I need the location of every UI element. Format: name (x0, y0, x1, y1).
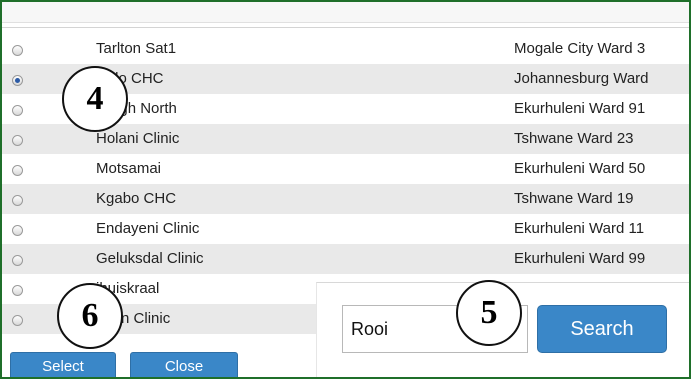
dialog-header-strip (2, 2, 689, 23)
row-radio[interactable] (12, 45, 23, 56)
facility-ward: Ekurhuleni Ward 50 (514, 160, 646, 177)
row-radio[interactable] (12, 255, 23, 266)
search-button[interactable]: Search (537, 305, 667, 353)
table-row[interactable]: Geluksdal Clinic Ekurhuleni Ward 99 (2, 244, 689, 274)
table-row[interactable]: Endayeni Clinic Ekurhuleni Ward 11 (2, 214, 689, 244)
facility-ward: Ekurhuleni Ward 91 (514, 100, 646, 117)
row-radio[interactable] (12, 315, 23, 326)
facility-name: Tarlton Sat1 (96, 40, 177, 57)
facility-ward: Tshwane Ward 23 (514, 130, 634, 147)
row-radio[interactable] (12, 105, 23, 116)
table-row[interactable]: Motsamai Ekurhuleni Ward 50 (2, 154, 689, 184)
facility-ward: Ekurhuleni Ward 99 (514, 250, 646, 267)
row-radio[interactable] (12, 285, 23, 296)
dialog-button-bar: Select Close (2, 342, 316, 377)
facility-name: Holani Clinic (96, 130, 180, 147)
row-radio[interactable] (12, 165, 23, 176)
header-divider (2, 27, 689, 28)
facility-name: Geluksdal Clinic (96, 250, 204, 267)
close-button[interactable]: Close (130, 352, 238, 377)
facility-name: Motsamai (96, 160, 162, 177)
facility-ward: Mogale City Ward 3 (514, 40, 646, 57)
row-radio[interactable] (12, 225, 23, 236)
table-row[interactable]: Kgabo CHC Tshwane Ward 19 (2, 184, 689, 214)
table-row[interactable]: Tarlton Sat1 Mogale City Ward 3 (2, 34, 689, 64)
callout-marker: 5 (456, 280, 522, 346)
select-button[interactable]: Select (10, 352, 116, 377)
facility-name: Kgabo CHC (96, 190, 177, 207)
callout-marker: 6 (57, 283, 123, 349)
facility-ward: Johannesburg Ward (514, 70, 649, 87)
facility-ward: Ekurhuleni Ward 11 (514, 220, 645, 237)
facility-name: Endayeni Clinic (96, 220, 200, 237)
row-radio[interactable] (12, 135, 23, 146)
callout-marker: 4 (62, 66, 128, 132)
facility-ward: Tshwane Ward 19 (514, 190, 634, 207)
facility-picker-dialog: Tarlton Sat1 Mogale City Ward 3 welo CHC… (0, 0, 691, 379)
row-radio[interactable] (12, 195, 23, 206)
row-radio[interactable] (12, 75, 23, 86)
